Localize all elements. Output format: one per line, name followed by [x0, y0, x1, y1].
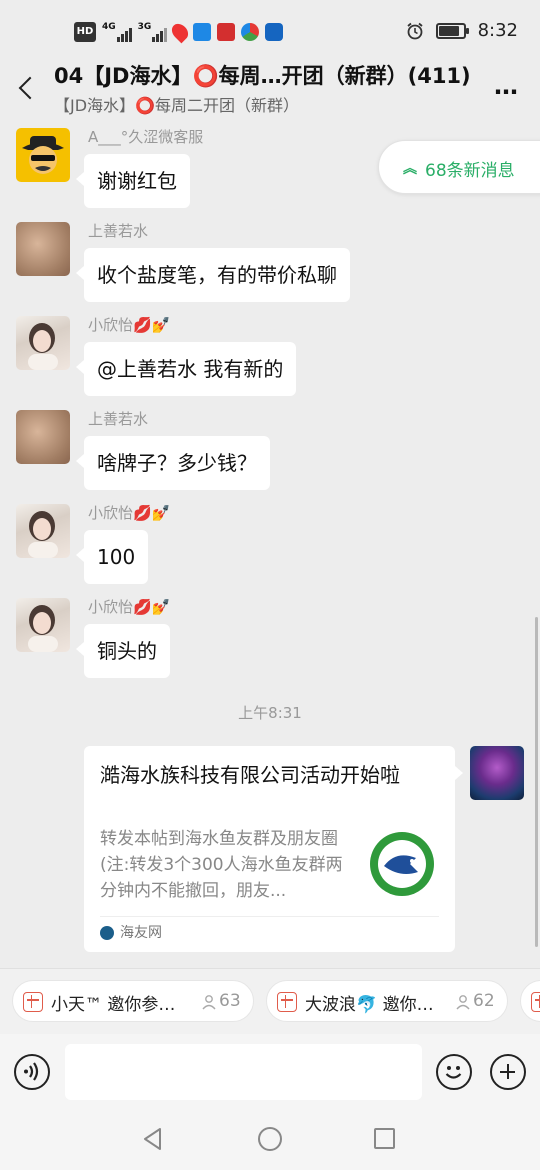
- message-list[interactable]: A___°久涩微客服 谢谢红包 上善若水 收个盐度笔，有的带价私聊 小欣怡💋💅 …: [0, 122, 540, 968]
- message-sender: 小欣怡💋💅: [88, 316, 171, 334]
- nav-home-icon[interactable]: [258, 1127, 282, 1151]
- chat-title[interactable]: 04【JD海水】⭕每周…开团（新群）(411): [54, 60, 484, 90]
- red-packet-icon: [23, 992, 43, 1012]
- message-sender: 小欣怡💋💅: [88, 504, 171, 522]
- red-packet-chip[interactable]: 小天™ 邀你参… 63: [12, 980, 254, 1022]
- hd-icon: HD: [74, 22, 96, 42]
- photo-avatar-girl[interactable]: [16, 316, 70, 370]
- more-button[interactable]: …: [494, 72, 520, 100]
- news-app-icon: [217, 23, 236, 41]
- input-bar: [0, 1034, 540, 1110]
- battery-icon: [435, 22, 469, 39]
- person-icon: [202, 995, 216, 1010]
- red-packet-bar[interactable]: 小天™ 邀你参… 63 大波浪🐬 邀你… 62: [0, 968, 540, 1034]
- message-bubble[interactable]: @上善若水 我有新的: [75, 342, 297, 396]
- red-packet-chip-partial[interactable]: [520, 980, 540, 1022]
- self-avatar[interactable]: [470, 746, 524, 800]
- message-bubble[interactable]: 铜头的: [76, 624, 170, 678]
- message-sender: 上善若水: [88, 222, 149, 240]
- message-bubble[interactable]: 收个盐度笔，有的带价私聊: [76, 248, 350, 302]
- photo-avatar-girl[interactable]: [16, 504, 70, 558]
- location-icon: [168, 20, 192, 44]
- browser-app-icon: [241, 23, 260, 41]
- back-button[interactable]: [12, 68, 42, 108]
- signal-3g-icon: 3G: [138, 22, 168, 42]
- person-icon: [456, 995, 470, 1010]
- status-icons-left: HD 4G 3G: [74, 20, 284, 44]
- plus-button[interactable]: [490, 1054, 526, 1090]
- message-sender: 上善若水: [88, 410, 149, 428]
- link-card-source: 海友网: [120, 925, 162, 941]
- voice-icon: [24, 1062, 39, 1081]
- signal-4g-icon: 4G: [102, 22, 132, 42]
- link-card-divider: [100, 916, 439, 917]
- source-logo-icon: [100, 926, 114, 940]
- nav-recents-icon[interactable]: [374, 1128, 395, 1149]
- nav-back-icon[interactable]: [140, 1126, 166, 1152]
- chat-subtitle: 【JD海水】⭕每周二开团（新群）: [54, 96, 299, 115]
- voice-button[interactable]: [14, 1054, 50, 1090]
- link-card-description: 转发本帖到海水鱼友群及朋友圈(注:转发3个300人海水鱼友群两分钟内不能撤回，朋…: [100, 829, 343, 901]
- message-sender: 小欣怡💋💅: [88, 598, 171, 616]
- chat-header: 04【JD海水】⭕每周…开团（新群）(411) 【JD海水】⭕每周二开团（新群）…: [0, 50, 540, 122]
- red-packet-count: 63: [219, 991, 241, 1011]
- system-nav-bar: [0, 1110, 540, 1170]
- alarm-icon: [407, 22, 423, 39]
- smiley-icon: [445, 1066, 462, 1079]
- photo-avatar-brown[interactable]: [16, 410, 70, 464]
- double-chevron-up-icon: ︽: [403, 161, 417, 177]
- scrollbar[interactable]: [535, 617, 538, 947]
- link-card-thumbnail: [366, 828, 438, 900]
- red-packet-text: 小天™ 邀你参…: [51, 995, 176, 1015]
- message-timestamp: 上午8:31: [238, 704, 302, 722]
- paw-app-icon: [265, 23, 284, 41]
- red-packet-count: 62: [473, 991, 495, 1011]
- message-sender: A___°久涩微客服: [88, 128, 204, 146]
- message-bubble[interactable]: 啥牌子？多少钱？: [76, 436, 270, 490]
- photo-avatar-brown[interactable]: [16, 222, 70, 276]
- link-card[interactable]: 澔海水族科技有限公司活动开始啦 转发本帖到海水鱼友群及朋友圈(注:转发3个300…: [84, 746, 463, 952]
- message-bubble[interactable]: 100: [75, 530, 149, 584]
- link-card-title: 澔海水族科技有限公司活动开始啦: [100, 763, 400, 787]
- new-messages-label: 68条新消息: [425, 161, 515, 181]
- clock: 8:32: [477, 20, 518, 41]
- cowboy-emoji-avatar[interactable]: [16, 128, 70, 182]
- message-bubble[interactable]: 谢谢红包: [76, 154, 190, 208]
- new-messages-button[interactable]: ︽ 68条新消息: [378, 140, 540, 194]
- status-icons-right: 8:32: [406, 20, 518, 41]
- red-packet-icon: [277, 992, 297, 1012]
- red-packet-icon: [531, 992, 540, 1012]
- photo-avatar-girl[interactable]: [16, 598, 70, 652]
- notify-app-icon: [193, 23, 212, 41]
- message-input[interactable]: [65, 1044, 422, 1100]
- red-packet-text: 大波浪🐬 邀你…: [305, 995, 434, 1015]
- red-packet-chip[interactable]: 大波浪🐬 邀你… 62: [266, 980, 508, 1022]
- emoji-button[interactable]: [436, 1054, 472, 1090]
